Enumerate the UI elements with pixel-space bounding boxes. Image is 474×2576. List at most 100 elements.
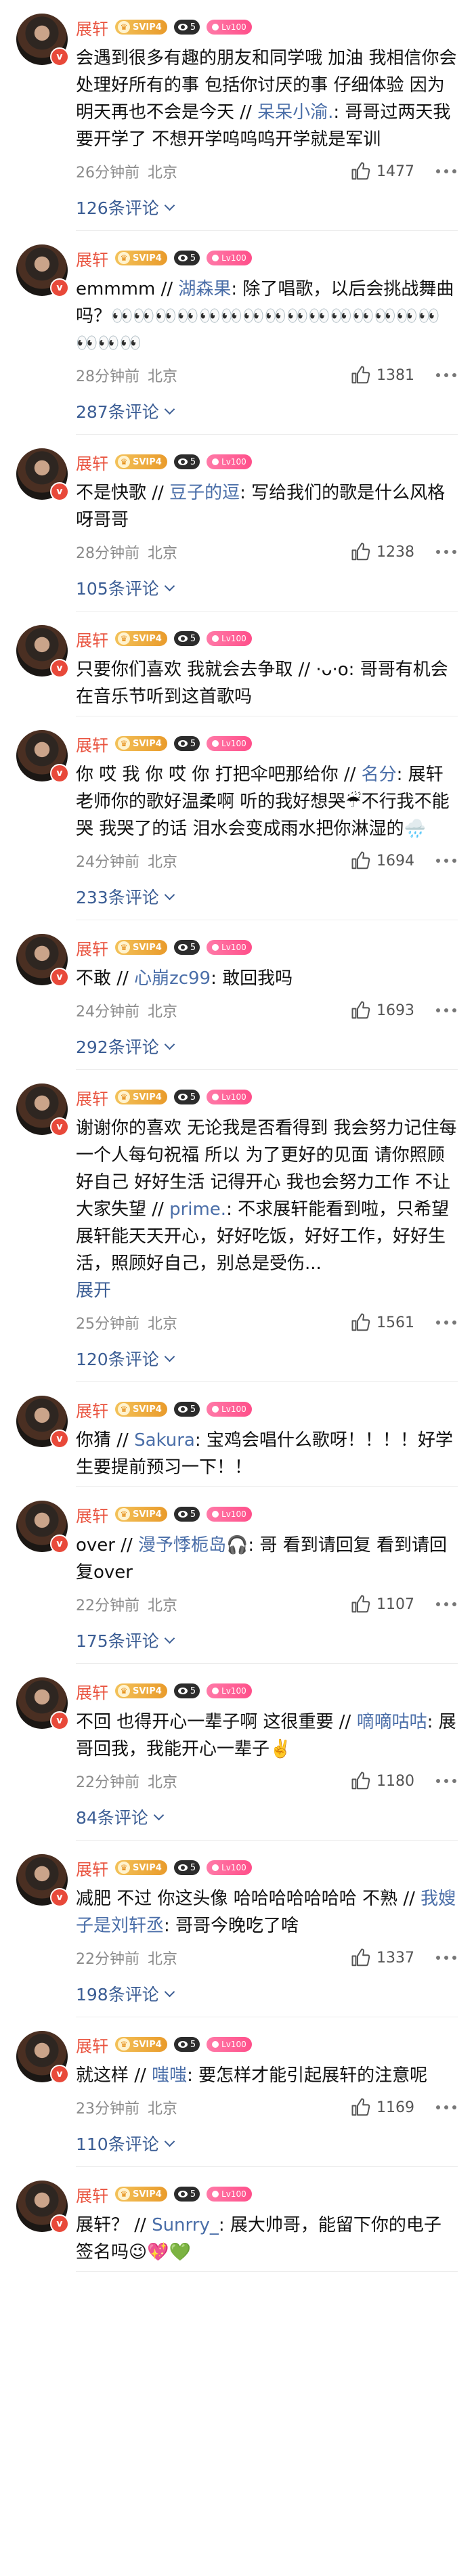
svip-badge[interactable]: ♛ SVIP4 <box>115 1090 167 1104</box>
svip-badge[interactable]: ♛ SVIP4 <box>115 20 167 35</box>
more-dots-icon[interactable] <box>435 545 458 559</box>
level-badge[interactable]: Lv100 <box>207 454 252 469</box>
level-badge[interactable]: Lv100 <box>207 1683 252 1698</box>
like-button[interactable]: 1337 <box>351 1948 414 1968</box>
svip-badge[interactable]: ♛ SVIP4 <box>115 1402 167 1417</box>
more-dots-icon[interactable] <box>435 2101 458 2114</box>
mention-link[interactable]: 湖森果 <box>178 279 231 299</box>
mention-link[interactable]: 心崩zc99 <box>134 968 211 989</box>
replies-link[interactable]: 126条评论 <box>76 190 458 225</box>
replies-link[interactable]: 110条评论 <box>76 2126 458 2161</box>
weibo-badge[interactable]: 5 <box>173 1507 200 1522</box>
avatar[interactable]: v <box>16 2031 69 2084</box>
mention-link[interactable]: 嗤嗤 <box>152 2065 187 2086</box>
weibo-badge[interactable]: 5 <box>173 736 200 751</box>
avatar[interactable]: v <box>16 448 69 501</box>
like-button[interactable]: 1381 <box>351 365 414 385</box>
avatar[interactable]: v <box>16 244 69 297</box>
avatar[interactable]: v <box>16 1854 69 1907</box>
level-badge[interactable]: Lv100 <box>207 20 252 35</box>
level-badge[interactable]: Lv100 <box>207 736 252 751</box>
avatar[interactable]: v <box>16 14 69 66</box>
svip-badge[interactable]: ♛ SVIP4 <box>115 251 167 265</box>
mention-link[interactable]: 豆子的逗 <box>169 483 240 503</box>
more-dots-icon[interactable] <box>435 165 458 178</box>
more-dots-icon[interactable] <box>435 368 458 382</box>
weibo-badge[interactable]: 5 <box>173 2037 200 2052</box>
svip-badge[interactable]: ♛ SVIP4 <box>115 631 167 646</box>
replies-link[interactable]: 198条评论 <box>76 1976 458 2011</box>
avatar[interactable]: v <box>16 1083 69 1136</box>
svip-badge[interactable]: ♛ SVIP4 <box>115 1507 167 1522</box>
avatar[interactable]: v <box>16 730 69 783</box>
replies-link[interactable]: 292条评论 <box>76 1029 458 1064</box>
like-button[interactable]: 1180 <box>351 1771 414 1791</box>
more-dots-icon[interactable] <box>435 1597 458 1611</box>
avatar[interactable]: v <box>16 625 69 678</box>
username[interactable]: 展轩 <box>76 1086 108 1109</box>
username[interactable]: 展轩 <box>76 246 108 270</box>
level-badge[interactable]: Lv100 <box>207 1090 252 1104</box>
svip-badge[interactable]: ♛ SVIP4 <box>115 2037 167 2052</box>
like-button[interactable]: 1694 <box>351 851 414 871</box>
replies-link[interactable]: 84条评论 <box>76 1799 458 1834</box>
mention-link[interactable]: Sunrry_ <box>152 2215 219 2235</box>
avatar[interactable]: v <box>16 1677 69 1730</box>
svip-badge[interactable]: ♛ SVIP4 <box>115 940 167 955</box>
avatar[interactable]: v <box>16 1396 69 1448</box>
username[interactable]: 展轩 <box>76 1398 108 1421</box>
more-dots-icon[interactable] <box>435 854 458 867</box>
username[interactable]: 展轩 <box>76 16 108 39</box>
level-badge[interactable]: Lv100 <box>207 251 252 265</box>
weibo-badge[interactable]: 5 <box>173 1860 200 1875</box>
svip-badge[interactable]: ♛ SVIP4 <box>115 454 167 469</box>
svip-badge[interactable]: ♛ SVIP4 <box>115 1860 167 1875</box>
weibo-badge[interactable]: 5 <box>173 251 200 265</box>
level-badge[interactable]: Lv100 <box>207 631 252 646</box>
mention-link[interactable]: 名分 <box>362 765 397 785</box>
username[interactable]: 展轩 <box>76 2183 108 2206</box>
weibo-badge[interactable]: 5 <box>173 631 200 646</box>
weibo-badge[interactable]: 5 <box>173 2187 200 2202</box>
weibo-badge[interactable]: 5 <box>173 1090 200 1104</box>
username[interactable]: 展轩 <box>76 450 108 474</box>
username[interactable]: 展轩 <box>76 627 108 651</box>
avatar[interactable]: v <box>16 2181 69 2233</box>
mention-link[interactable]: 嘀嘀咕咕 <box>357 1712 427 1732</box>
username[interactable]: 展轩 <box>76 2033 108 2057</box>
weibo-badge[interactable]: 5 <box>173 20 200 35</box>
more-dots-icon[interactable] <box>435 1004 458 1017</box>
mention-link[interactable]: 漫予悸栀岛🎧 <box>138 1535 248 1555</box>
replies-link[interactable]: 120条评论 <box>76 1341 458 1376</box>
weibo-badge[interactable]: 5 <box>173 1683 200 1698</box>
replies-link[interactable]: 105条评论 <box>76 570 458 605</box>
replies-link[interactable]: 175条评论 <box>76 1623 458 1658</box>
username[interactable]: 展轩 <box>76 1856 108 1880</box>
level-badge[interactable]: Lv100 <box>207 1860 252 1875</box>
like-button[interactable]: 1238 <box>351 542 414 562</box>
avatar[interactable]: v <box>16 1501 69 1553</box>
mention-link[interactable]: prime. <box>169 1199 226 1220</box>
weibo-badge[interactable]: 5 <box>173 940 200 955</box>
more-dots-icon[interactable] <box>435 1951 458 1965</box>
like-button[interactable]: 1693 <box>351 1000 414 1021</box>
svip-badge[interactable]: ♛ SVIP4 <box>115 736 167 751</box>
username[interactable]: 展轩 <box>76 936 108 960</box>
weibo-badge[interactable]: 5 <box>173 1402 200 1417</box>
level-badge[interactable]: Lv100 <box>207 2187 252 2202</box>
level-badge[interactable]: Lv100 <box>207 2037 252 2052</box>
level-badge[interactable]: Lv100 <box>207 1507 252 1522</box>
avatar[interactable]: v <box>16 934 69 987</box>
like-button[interactable]: 1107 <box>351 1594 414 1614</box>
username[interactable]: 展轩 <box>76 732 108 756</box>
weibo-badge[interactable]: 5 <box>173 454 200 469</box>
replies-link[interactable]: 287条评论 <box>76 393 458 429</box>
level-badge[interactable]: Lv100 <box>207 940 252 955</box>
svip-badge[interactable]: ♛ SVIP4 <box>115 1683 167 1698</box>
mention-link[interactable]: 呆呆小渝. <box>257 102 333 123</box>
like-button[interactable]: 1169 <box>351 2097 414 2118</box>
username[interactable]: 展轩 <box>76 1503 108 1526</box>
like-button[interactable]: 1561 <box>351 1312 414 1333</box>
level-badge[interactable]: Lv100 <box>207 1402 252 1417</box>
svip-badge[interactable]: ♛ SVIP4 <box>115 2187 167 2202</box>
